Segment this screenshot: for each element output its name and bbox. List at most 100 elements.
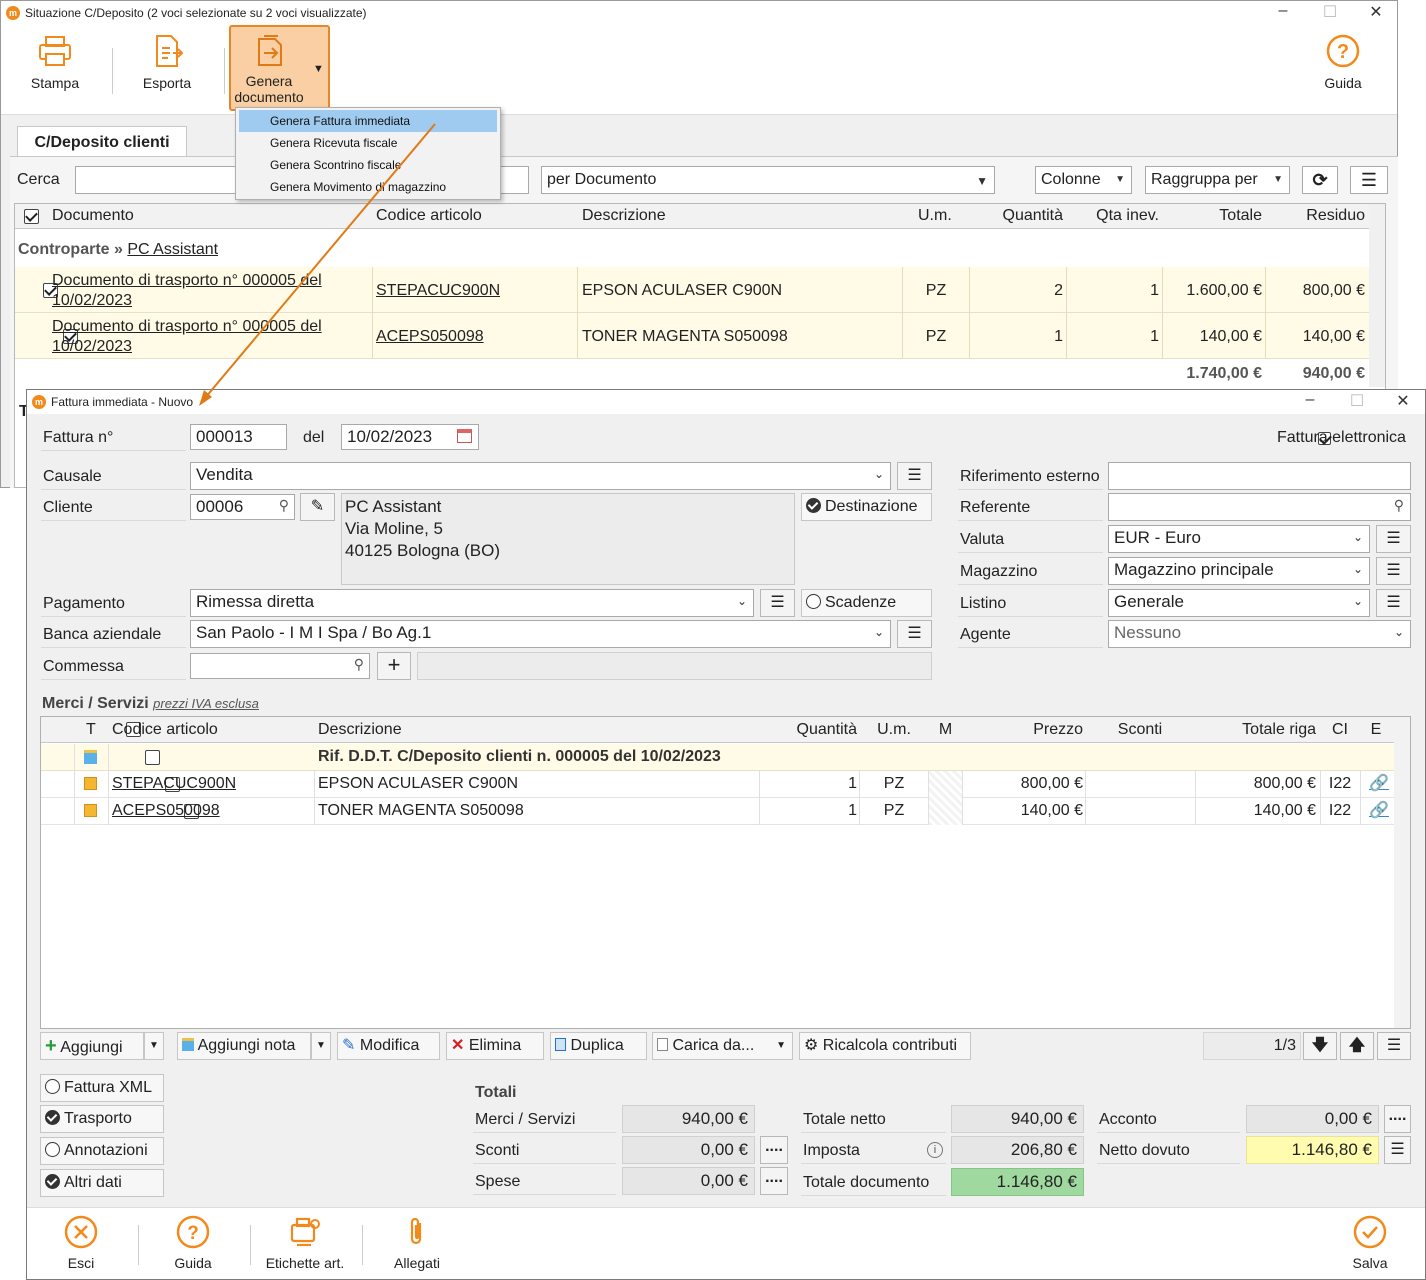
opt-altri-dati[interactable]: Altri dati [40,1169,164,1197]
banca-list-button[interactable]: ☰ [897,620,932,648]
fattura-num-input[interactable]: 000013 [190,424,287,450]
esci-button[interactable]: Esci [51,1215,111,1271]
causale-list-button[interactable]: ☰ [897,462,932,490]
row-tot: 1.600,00 € [1186,282,1262,299]
aggiungi-button[interactable]: + Aggiungi [40,1032,144,1060]
maximize-icon[interactable]: ☐ [1347,391,1367,411]
guida-footer-button[interactable]: ? Guida [163,1215,223,1271]
search-icon[interactable]: ⚲ [1394,497,1404,514]
col-quantita[interactable]: Quantità [970,207,1063,225]
move-down-button[interactable]: 🡇 [1303,1032,1337,1060]
maximize-icon[interactable]: ☐ [1320,2,1340,22]
pagamento-select[interactable]: Rimessa diretta ⌄ [190,589,754,617]
spese-more-button[interactable]: .... [760,1167,788,1195]
elimina-button[interactable]: ✕ Elimina [446,1032,544,1060]
edit-cliente-button[interactable]: ✎ [300,493,335,521]
line-code[interactable]: STEPACUC900N [112,775,236,793]
banca-select[interactable]: San Paolo - I M I Spa / Bo Ag.1 ⌄ [190,620,891,648]
link-icon[interactable]: 🔗 [1369,773,1389,793]
minimize-icon[interactable]: – [1300,391,1320,409]
opt-fattura-xml[interactable]: Fattura XML [40,1074,164,1102]
col-codice[interactable]: Codice articolo [112,721,218,739]
table-row[interactable] [41,771,1394,798]
acconto-more-button[interactable]: .... [1384,1105,1411,1133]
col-t[interactable]: T [86,721,96,739]
move-up-button[interactable]: 🡅 [1340,1032,1374,1060]
select-all-checkbox[interactable] [24,209,39,224]
info-icon[interactable]: i [927,1142,943,1158]
valuta-select[interactable]: EUR - Euro ⌄ [1108,525,1370,553]
cliente-code-input[interactable]: 00006 ⚲ [190,494,295,520]
col-um[interactable]: U.m. [861,721,927,739]
opt-trasporto[interactable]: Trasporto [40,1105,164,1133]
aggiungi-nota-dropdown[interactable]: ▼ [311,1032,331,1060]
col-e[interactable]: E [1362,721,1390,739]
col-documento[interactable]: Documento [52,207,134,225]
filter-select[interactable]: per Documento ▼ [541,166,995,194]
link-icon[interactable]: 🔗 [1369,800,1389,820]
add-commessa-button[interactable]: + [377,652,411,680]
bg-grid-scrollbar[interactable] [1369,204,1385,387]
chevron-down-icon[interactable]: ▼ [313,63,324,75]
raggruppa-button[interactable]: Raggruppa per ▼ [1145,166,1290,194]
close-icon[interactable]: ✕ [1366,2,1386,22]
line-code[interactable]: ACEPS050098 [112,802,220,820]
magazzino-list-button[interactable]: ☰ [1376,557,1411,585]
referente-input[interactable]: ⚲ [1108,493,1411,521]
pagamento-list-button[interactable]: ☰ [760,589,795,617]
col-ci[interactable]: CI [1322,721,1358,739]
calendar-icon[interactable] [457,429,472,443]
aggiungi-nota-button[interactable]: Aggiungi nota [177,1032,311,1060]
col-descrizione[interactable]: Descrizione [318,721,402,739]
allegati-button[interactable]: Allegati [387,1215,447,1271]
col-quantita[interactable]: Quantità [760,721,857,739]
col-totale-riga[interactable]: Totale riga [1196,721,1316,739]
guida-button[interactable]: ? Guida [1308,33,1378,91]
modifica-button[interactable]: ✎ Modifica [337,1032,440,1060]
row-checkbox[interactable] [145,750,161,765]
magazzino-select[interactable]: Magazzino principale ⌄ [1108,557,1370,585]
aggiungi-dropdown[interactable]: ▼ [144,1032,164,1060]
date-input[interactable]: 10/02/2023 [341,424,479,450]
scadenze-button[interactable]: Scadenze [801,589,932,617]
refresh-button[interactable]: ⟳ [1302,166,1338,194]
sconti-more-button[interactable]: .... [760,1136,788,1164]
menu-button[interactable]: ☰ [1350,166,1388,194]
close-icon[interactable]: ✕ [1393,391,1413,411]
col-sconti[interactable]: Sconti [1086,721,1194,739]
listino-list-button[interactable]: ☰ [1376,589,1411,617]
search-icon[interactable]: ⚲ [279,497,289,514]
col-residuo[interactable]: Residuo [1266,207,1365,225]
ricalcola-button[interactable]: ⚙ Ricalcola contributi [799,1032,971,1060]
netto-dovuto-menu-button[interactable]: ☰ [1384,1136,1411,1164]
esporta-button[interactable]: Esporta [132,33,202,91]
etichette-button[interactable]: Etichette art. [260,1215,350,1271]
search-icon[interactable]: ⚲ [354,656,364,673]
table-row[interactable] [41,798,1394,825]
destinazione-button[interactable]: Destinazione [801,493,932,521]
opt-annotazioni[interactable]: Annotazioni [40,1137,164,1165]
col-um[interactable]: U.m. [918,207,952,225]
valuta-list-button[interactable]: ☰ [1376,525,1411,553]
carica-da-button[interactable]: Carica da... ▼ [652,1032,793,1060]
row-doc-line2[interactable]: 10/02/2023 [52,292,132,310]
agente-select[interactable]: Nessuno ⌄ [1108,620,1411,648]
grid-menu-button[interactable]: ☰ [1377,1032,1411,1060]
col-m[interactable]: M [929,721,962,739]
rif-esterno-input[interactable] [1108,462,1411,490]
salva-button[interactable]: Salva [1340,1215,1400,1271]
duplica-button[interactable]: Duplica [550,1032,647,1060]
stampa-button[interactable]: Stampa [20,33,90,91]
merci-scrollbar[interactable] [1394,717,1410,1028]
col-qta-inev[interactable]: Qta inev. [1067,207,1159,225]
minimize-icon[interactable]: – [1273,2,1293,20]
causale-select[interactable]: Vendita ⌄ [190,462,891,490]
tab-cdeposito-clienti[interactable]: C/Deposito clienti [17,126,187,157]
col-totale[interactable]: Totale [1163,207,1262,225]
colonne-button[interactable]: Colonne ▼ [1035,166,1132,194]
row-doc-line2[interactable]: 10/02/2023 [52,338,132,356]
listino-select[interactable]: Generale ⌄ [1108,589,1370,617]
col-descrizione[interactable]: Descrizione [582,207,666,225]
commessa-input[interactable]: ⚲ [190,653,370,679]
col-prezzo[interactable]: Prezzo [963,721,1083,739]
